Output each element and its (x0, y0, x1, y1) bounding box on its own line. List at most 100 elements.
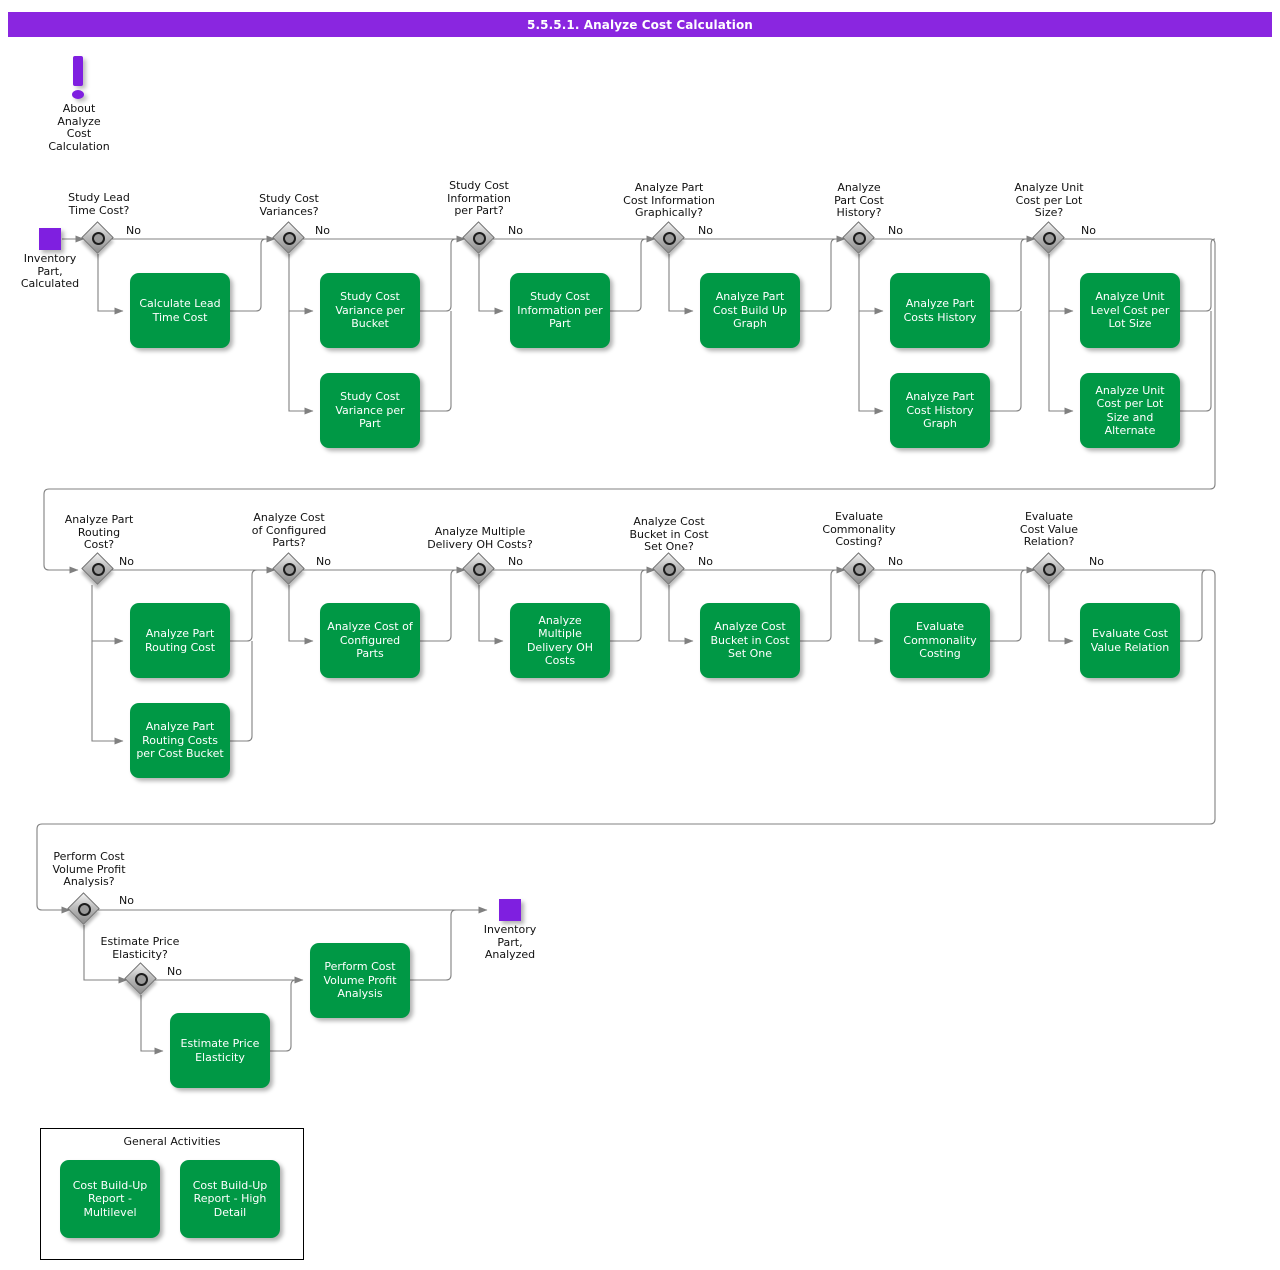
activity-label: Study Cost Variance per Bucket (335, 290, 405, 331)
decision-study-lead-time-cost[interactable] (81, 221, 114, 254)
decision-circle-icon (1043, 232, 1056, 245)
activity-study-cost-variance-per-bucket[interactable]: Study Cost Variance per Bucket (320, 273, 420, 348)
activity-calculate-lead-time-cost[interactable]: Calculate Lead Time Cost (130, 273, 230, 348)
decision-label-d3: Study Cost Information per Part? (447, 179, 511, 218)
decision-label-d2: Study Cost Variances? (259, 192, 319, 218)
edge-label-d6-no: No (1081, 224, 1096, 237)
decision-circle-icon (92, 563, 105, 576)
activity-analyze-part-cost-history-graph[interactable]: Analyze Part Cost History Graph (890, 373, 990, 448)
activity-label: Study Cost Variance per Part (335, 390, 405, 431)
decision-label-d9: Analyze Multiple Delivery OH Costs? (427, 525, 533, 551)
decision-estimate-price-elasticity[interactable] (124, 962, 157, 995)
decision-label-d7: Analyze Part Routing Cost? (64, 513, 134, 552)
activity-label: Analyze Unit Level Cost per Lot Size (1090, 290, 1170, 331)
activity-label: Analyze Part Routing Costs per Cost Buck… (136, 720, 224, 761)
activity-evaluate-commonality-costing[interactable]: Evaluate Commonality Costing (890, 603, 990, 678)
exclamation-dot-icon (72, 90, 84, 99)
activity-analyze-part-cost-build-up-graph[interactable]: Analyze Part Cost Build Up Graph (700, 273, 800, 348)
edge-label-d7-no: No (119, 555, 134, 568)
edge-label-d14-no: No (167, 965, 182, 978)
decision-label-d5: Analyze Part Cost History? (834, 181, 884, 220)
edge-label-d5-no: No (888, 224, 903, 237)
activity-perform-cost-volume-profit-analysis[interactable]: Perform Cost Volume Profit Analysis (310, 943, 410, 1018)
activity-analyze-cost-of-configured-parts[interactable]: Analyze Cost of Configured Parts (320, 603, 420, 678)
decision-label-d6: Analyze Unit Cost per Lot Size? (1014, 181, 1084, 220)
decision-circle-icon (283, 232, 296, 245)
decision-label-d8: Analyze Cost of Configured Parts? (251, 511, 327, 550)
activity-label: Cost Build-Up Report - Multilevel (72, 1178, 148, 1219)
about-info-marker[interactable] (64, 56, 94, 102)
decision-circle-icon (283, 563, 296, 576)
activity-label: Analyze Multiple Delivery OH Costs (526, 613, 594, 668)
activity-analyze-unit-level-cost-per-lot-size[interactable]: Analyze Unit Level Cost per Lot Size (1080, 273, 1180, 348)
decision-label-d4: Analyze Part Cost Information Graphicall… (623, 181, 715, 220)
decision-circle-icon (853, 563, 866, 576)
activity-evaluate-cost-value-relation[interactable]: Evaluate Cost Value Relation (1080, 603, 1180, 678)
decision-evaluate-commonality-costing[interactable] (842, 552, 875, 585)
decision-study-cost-variances[interactable] (272, 221, 305, 254)
decision-label-d14: Estimate Price Elasticity? (100, 935, 180, 961)
decision-circle-icon (473, 563, 486, 576)
activity-study-cost-variance-per-part[interactable]: Study Cost Variance per Part (320, 373, 420, 448)
decision-analyze-multiple-delivery-oh-costs[interactable] (462, 552, 495, 585)
decision-circle-icon (853, 232, 866, 245)
decision-label-d11: Evaluate Commonality Costing? (822, 510, 896, 549)
edge-label-d2-no: No (315, 224, 330, 237)
activity-label: Analyze Part Routing Cost (144, 627, 216, 654)
about-info-label: About Analyze Cost Calculation (48, 102, 110, 153)
exclamation-icon (73, 56, 83, 86)
activity-label: Evaluate Cost Value Relation (1090, 627, 1170, 654)
edge-label-d1-no: No (126, 224, 141, 237)
decision-circle-icon (473, 232, 486, 245)
edge-label-d3-no: No (508, 224, 523, 237)
decision-analyze-part-routing-cost[interactable] (81, 552, 114, 585)
activity-label: Evaluate Commonality Costing (903, 620, 977, 661)
diagram-canvas: 5.5.5.1. Analyze Cost Calculation About … (0, 0, 1280, 1270)
end-terminal[interactable] (499, 899, 521, 921)
activity-analyze-part-routing-costs-per-cost-bucket[interactable]: Analyze Part Routing Costs per Cost Buck… (130, 703, 230, 778)
decision-analyze-cost-bucket-in-cost-set-one[interactable] (652, 552, 685, 585)
edge-label-d12-no: No (1089, 555, 1104, 568)
edge-label-d11-no: No (888, 555, 903, 568)
activity-label: Estimate Price Elasticity (180, 1037, 260, 1064)
decision-circle-icon (1043, 563, 1056, 576)
activity-study-cost-information-per-part[interactable]: Study Cost Information per Part (510, 273, 610, 348)
activity-label: Analyze Part Cost Build Up Graph (712, 290, 788, 331)
activity-label: Perform Cost Volume Profit Analysis (323, 960, 397, 1001)
decision-evaluate-cost-value-relation[interactable] (1032, 552, 1065, 585)
activity-analyze-unit-cost-per-lot-size-and-alternate[interactable]: Analyze Unit Cost per Lot Size and Alter… (1080, 373, 1180, 448)
start-terminal[interactable] (39, 228, 61, 250)
activity-analyze-part-routing-cost[interactable]: Analyze Part Routing Cost (130, 603, 230, 678)
decision-label-d12: Evaluate Cost Value Relation? (1019, 510, 1079, 549)
decision-label-d1: Study Lead Time Cost? (68, 191, 130, 217)
decision-analyze-unit-cost-per-lot-size[interactable] (1032, 221, 1065, 254)
edge-label-d10-no: No (698, 555, 713, 568)
activity-label: Analyze Part Costs History (903, 297, 977, 324)
decision-study-cost-information-per-part[interactable] (462, 221, 495, 254)
decision-analyze-part-cost-information-graphically[interactable] (652, 221, 685, 254)
activity-analyze-part-costs-history[interactable]: Analyze Part Costs History (890, 273, 990, 348)
activity-cost-build-up-report-multilevel[interactable]: Cost Build-Up Report - Multilevel (60, 1160, 160, 1238)
decision-circle-icon (663, 563, 676, 576)
decision-label-d10: Analyze Cost Bucket in Cost Set One? (629, 515, 709, 554)
decision-analyze-part-cost-history[interactable] (842, 221, 875, 254)
decision-circle-icon (78, 903, 91, 916)
decision-label-d13: Perform Cost Volume Profit Analysis? (52, 850, 126, 889)
activity-label: Analyze Cost of Configured Parts (327, 620, 413, 661)
activity-analyze-cost-bucket-in-cost-set-one[interactable]: Analyze Cost Bucket in Cost Set One (700, 603, 800, 678)
edge-label-d9-no: No (508, 555, 523, 568)
activity-cost-build-up-report-high-detail[interactable]: Cost Build-Up Report - High Detail (180, 1160, 280, 1238)
activity-label: Study Cost Information per Part (517, 290, 603, 331)
activity-label: Analyze Part Cost History Graph (905, 390, 975, 431)
decision-perform-cost-volume-profit-analysis[interactable] (67, 892, 100, 925)
end-terminal-label: Inventory Part, Analyzed (483, 923, 537, 962)
edge-label-d13-no: No (119, 894, 134, 907)
decision-circle-icon (135, 973, 148, 986)
page-title: 5.5.5.1. Analyze Cost Calculation (8, 12, 1272, 37)
decision-circle-icon (92, 232, 105, 245)
activity-analyze-multiple-delivery-oh-costs[interactable]: Analyze Multiple Delivery OH Costs (510, 603, 610, 678)
edge-label-d4-no: No (698, 224, 713, 237)
activity-estimate-price-elasticity[interactable]: Estimate Price Elasticity (170, 1013, 270, 1088)
edge-label-d8-no: No (316, 555, 331, 568)
decision-analyze-cost-of-configured-parts[interactable] (272, 552, 305, 585)
